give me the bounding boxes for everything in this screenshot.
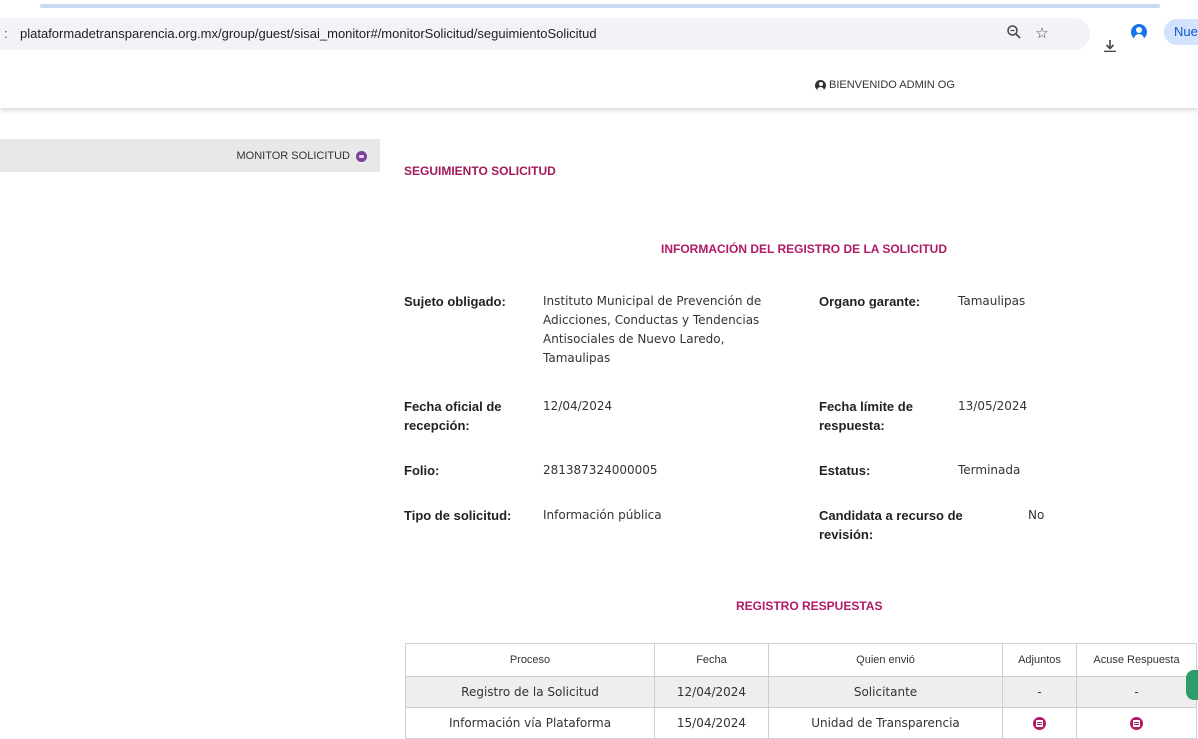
new-chrome-button[interactable]: Nuev [1164, 19, 1198, 45]
cell-fecha: 12/04/2024 [654, 676, 769, 708]
bookmark-star-icon[interactable]: ☆ [1032, 24, 1052, 44]
cell-adjuntos: - [1002, 676, 1077, 708]
document-icon[interactable] [1130, 717, 1143, 730]
header-proceso: Proceso [405, 643, 655, 677]
chat-widget-button[interactable] [1186, 670, 1198, 700]
sidebar-item-label: MONITOR SOLICITUD [236, 150, 350, 162]
candidata-value: No [1028, 508, 1045, 522]
cell-quien: Unidad de Transparencia [768, 707, 1003, 739]
profile-avatar-icon[interactable] [1131, 24, 1147, 40]
cell-acuse [1076, 707, 1197, 739]
sujeto-value: Instituto Municipal de Prevención de Adi… [543, 294, 762, 365]
candidata-label: Candidata a recurso de revisión: [819, 508, 963, 542]
browser-tab-strip [0, 0, 1198, 12]
organo-label: Organo garante: [819, 294, 921, 309]
fecha-limite-value: 13/05/2024 [958, 399, 1028, 413]
document-icon[interactable] [1033, 717, 1046, 730]
table-row: Información vía Plataforma 15/04/2024 Un… [405, 707, 1197, 739]
header-acuse: Acuse Respuesta [1076, 643, 1197, 677]
sidebar-bullet-icon [356, 151, 367, 162]
url-text[interactable]: plataformadetransparencia.org.mx/group/g… [20, 26, 597, 41]
folio-label: Folio: [404, 463, 440, 478]
tipo-value: Información pública [543, 508, 662, 522]
cell-proceso: Registro de la Solicitud [405, 676, 655, 708]
sidebar-item-monitor-solicitud[interactable]: MONITOR SOLICITUD [0, 139, 380, 172]
fecha-oficial-value: 12/04/2024 [543, 399, 613, 413]
responses-table: Proceso Fecha Quien envió Adjuntos Acuse… [405, 643, 1197, 739]
info-section-title: INFORMACIÓN DEL REGISTRO DE LA SOLICITUD [661, 242, 948, 256]
cell-acuse: - [1076, 676, 1197, 708]
header-quien: Quien envió [768, 643, 1003, 677]
folio-value: 281387324000005 [543, 463, 658, 477]
welcome-text: BIENVENIDO ADMIN OG [829, 79, 955, 91]
header-fecha: Fecha [654, 643, 769, 677]
fecha-oficial-label: Fecha oficial de recepción: [404, 399, 502, 433]
fecha-limite-label: Fecha límite de respuesta: [819, 399, 913, 433]
sujeto-label: Sujeto obligado: [404, 294, 506, 309]
address-bar[interactable]: : plataformadetransparencia.org.mx/group… [0, 18, 1090, 50]
welcome-user[interactable]: BIENVENIDO ADMIN OG [815, 79, 955, 91]
cell-adjuntos [1002, 707, 1077, 739]
user-circle-icon [815, 79, 826, 91]
estatus-label: Estatus: [819, 463, 871, 478]
cell-fecha: 15/04/2024 [654, 707, 769, 739]
cell-proceso: Información vía Plataforma [405, 707, 655, 739]
tab-strip-bar [40, 4, 1160, 8]
responses-section-title: REGISTRO RESPUESTAS [736, 599, 883, 613]
header-adjuntos: Adjuntos [1002, 643, 1077, 677]
site-info-icon[interactable]: : [4, 26, 8, 41]
site-header: BIENVENIDO ADMIN OG [0, 52, 1198, 108]
estatus-value: Terminada [958, 463, 1021, 477]
cell-quien: Solicitante [768, 676, 1003, 708]
table-header-row: Proceso Fecha Quien envió Adjuntos Acuse… [405, 643, 1197, 677]
table-row: Registro de la Solicitud 12/04/2024 Soli… [405, 676, 1197, 708]
browser-toolbar: : plataformadetransparencia.org.mx/group… [0, 16, 1198, 53]
organo-value: Tamaulipas [958, 294, 1026, 308]
tipo-label: Tipo de solicitud: [404, 508, 512, 523]
zoom-icon[interactable] [1004, 24, 1024, 44]
page-title: SEGUIMIENTO SOLICITUD [404, 164, 556, 178]
